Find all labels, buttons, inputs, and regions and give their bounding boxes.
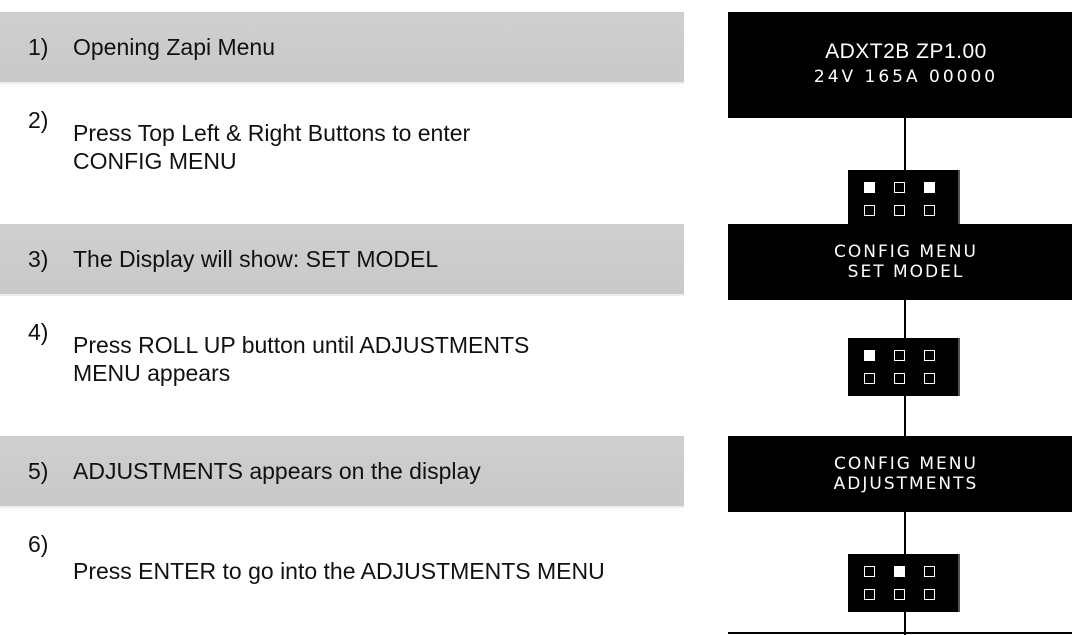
step-number: 2) — [28, 107, 49, 133]
step-3: 3) The Display will show: SET MODEL — [0, 224, 684, 296]
display-line-2: 24V 165A 00000 — [813, 67, 999, 87]
key-bottom-middle — [894, 205, 905, 216]
key-bottom-middle — [894, 373, 905, 384]
step-text: Press ROLL UP button until ADJUSTMENTS M… — [73, 332, 530, 386]
key-top-middle — [894, 350, 905, 361]
display-line-2: ADJUSTMENTS — [833, 474, 979, 494]
step-2: 2) Press Top Left & Right Buttons to ent… — [0, 106, 684, 188]
step-6: 6) Press ENTER to go into the ADJUSTMENT… — [0, 530, 684, 612]
key-top-right — [924, 566, 935, 577]
key-bottom-right — [924, 373, 935, 384]
step-text: The Display will show: SET MODEL — [73, 246, 439, 272]
key-top-right — [924, 350, 935, 361]
step-5: 5) ADJUSTMENTS appears on the display — [0, 436, 684, 508]
keypad-1 — [848, 170, 960, 228]
key-top-middle — [894, 182, 905, 193]
step-text: ADJUSTMENTS appears on the display — [73, 458, 481, 484]
lcd-display-3: CONFIG MENU ADJUSTMENTS — [728, 436, 1072, 512]
keypad-2 — [848, 338, 960, 396]
step-4: 4) Press ROLL UP button until ADJUSTMENT… — [0, 318, 684, 400]
key-bottom-left — [864, 589, 875, 600]
keypad-3 — [848, 554, 960, 612]
key-top-right — [924, 182, 935, 193]
key-top-left — [864, 566, 875, 577]
display-line-2: SET MODEL — [847, 262, 965, 282]
step-number: 4) — [28, 319, 49, 345]
step-number: 1) — [28, 34, 49, 60]
display-line-1: ADXT2B ZP1.00 — [825, 40, 987, 63]
lcd-display-1: ADXT2B ZP1.00 24V 165A 00000 — [728, 12, 1072, 118]
key-top-left — [864, 350, 875, 361]
display-line-1: CONFIG MENU — [834, 454, 978, 474]
key-bottom-right — [924, 589, 935, 600]
key-top-middle — [894, 566, 905, 577]
step-number: 3) — [28, 246, 49, 272]
step-number: 6) — [28, 531, 49, 557]
lcd-display-2: CONFIG MENU SET MODEL — [728, 224, 1072, 300]
key-bottom-right — [924, 205, 935, 216]
step-text: Press ENTER to go into the ADJUSTMENTS M… — [73, 558, 605, 584]
step-text: Opening Zapi Menu — [73, 34, 276, 60]
step-1: 1) Opening Zapi Menu — [0, 12, 684, 84]
key-top-left — [864, 182, 875, 193]
step-number: 5) — [28, 458, 49, 484]
bottom-rule — [728, 632, 1072, 634]
key-bottom-left — [864, 373, 875, 384]
key-bottom-left — [864, 205, 875, 216]
key-bottom-middle — [894, 589, 905, 600]
step-text: Press Top Left & Right Buttons to enter … — [73, 120, 471, 174]
display-line-1: CONFIG MENU — [834, 242, 978, 262]
